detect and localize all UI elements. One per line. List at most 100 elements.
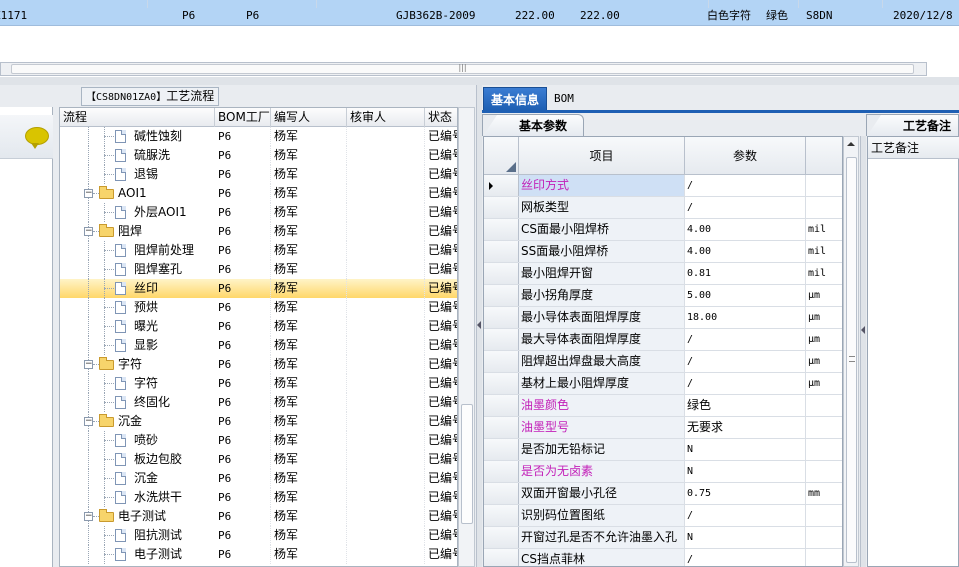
parameter-row[interactable]: 基材上最小阻焊厚度 / μm: [484, 373, 842, 395]
row-indicator[interactable]: [484, 219, 519, 240]
comment-bubble-icon[interactable]: [25, 127, 49, 149]
collapse-arrow-icon[interactable]: [477, 321, 481, 329]
collapse-toggle-icon[interactable]: −: [84, 227, 93, 236]
process-tree-grid[interactable]: 流程BOM工厂编写人核审人状态 碱性蚀刻P6杨军已编号硫脲洗P6杨军已编号退锡P…: [59, 107, 458, 567]
tree-row[interactable]: 碱性蚀刻 P6杨军 已编号: [60, 127, 457, 146]
row-indicator[interactable]: [484, 285, 519, 306]
scroll-thumb[interactable]: [846, 157, 857, 563]
parameter-row[interactable]: 阻焊超出焊盘最大高度 / μm: [484, 351, 842, 373]
row-indicator[interactable]: [484, 241, 519, 262]
parameter-row[interactable]: 油墨型号 无要求: [484, 417, 842, 439]
parameter-value[interactable]: /: [685, 175, 806, 196]
parameter-value[interactable]: 0.81: [685, 263, 806, 284]
row-indicator[interactable]: [484, 483, 519, 504]
row-indicator[interactable]: [484, 549, 519, 566]
parameter-row[interactable]: 丝印方式 /: [484, 175, 842, 197]
tree-row[interactable]: 阻抗测试 P6杨军 已编号: [60, 526, 457, 545]
order-list-selected-row[interactable]: Z1171 P6 P6 GJB362B-2009 222.00 222.00 白色字符 绿色 S…: [0, 0, 959, 26]
parameter-row[interactable]: CS面最小阻焊桥 4.00 mil: [484, 219, 842, 241]
tree-column-header[interactable]: 流程: [60, 108, 215, 127]
column-header-item[interactable]: 项目: [519, 137, 685, 175]
remarks-splitter[interactable]: [860, 136, 866, 567]
tree-row[interactable]: 水洗烘干 P6杨军 已编号: [60, 488, 457, 507]
tree-row[interactable]: − 阻焊 P6杨军 已编号: [60, 222, 457, 241]
parameter-value[interactable]: N: [685, 439, 806, 460]
row-indicator[interactable]: [484, 175, 519, 196]
parameter-row[interactable]: 识别码位置图纸 /: [484, 505, 842, 527]
parameter-row[interactable]: SS面最小阻焊桥 4.00 mil: [484, 241, 842, 263]
row-indicator[interactable]: [484, 263, 519, 284]
row-indicator[interactable]: [484, 417, 519, 438]
parameter-row[interactable]: 是否为无卤素 N: [484, 461, 842, 483]
collapse-toggle-icon[interactable]: −: [84, 512, 93, 521]
tree-row[interactable]: 阻焊塞孔 P6杨军 已编号: [60, 260, 457, 279]
process-remarks-panel[interactable]: 工艺备注: [867, 136, 959, 567]
parameter-row[interactable]: 是否加无铅标记 N: [484, 439, 842, 461]
tree-row[interactable]: 阻焊前处理 P6杨军 已编号: [60, 241, 457, 260]
collapse-toggle-icon[interactable]: −: [84, 417, 93, 426]
row-indicator[interactable]: [484, 527, 519, 548]
parameter-value[interactable]: 5.00: [685, 285, 806, 306]
parameter-row[interactable]: 网板类型 /: [484, 197, 842, 219]
row-indicator[interactable]: [484, 373, 519, 394]
tree-vertical-scrollbar[interactable]: [458, 107, 475, 567]
parameter-value[interactable]: /: [685, 197, 806, 218]
tree-column-header[interactable]: 状态: [425, 108, 457, 127]
parameter-value[interactable]: N: [685, 527, 806, 548]
parameter-grid[interactable]: 项目 参数 丝印方式 / 网板类型 / CS面最小阻焊桥 4.00 mil SS面最小阻焊桥 4…: [483, 136, 843, 567]
collapse-toggle-icon[interactable]: −: [84, 189, 93, 198]
parameter-value[interactable]: /: [685, 505, 806, 526]
scroll-up-arrow-icon[interactable]: [847, 142, 855, 146]
parameter-row[interactable]: 最小阻焊开窗 0.81 mil: [484, 263, 842, 285]
tree-row[interactable]: 外层AOI1 P6杨军 已编号: [60, 203, 457, 222]
tree-row[interactable]: 字符 P6杨军 已编号: [60, 374, 457, 393]
parameter-row[interactable]: CS挡点菲林 /: [484, 549, 842, 566]
parameter-row[interactable]: 油墨颜色 绿色: [484, 395, 842, 417]
grid-vertical-scrollbar[interactable]: [843, 136, 859, 567]
horizontal-scrollbar[interactable]: |||: [0, 62, 927, 76]
scroll-thumb[interactable]: |||: [11, 64, 914, 74]
collapse-toggle-icon[interactable]: −: [84, 360, 93, 369]
parameter-row[interactable]: 最小拐角厚度 5.00 μm: [484, 285, 842, 307]
tree-column-header[interactable]: 核审人: [347, 108, 425, 127]
tree-row[interactable]: 板边包胶 P6杨军 已编号: [60, 450, 457, 469]
tree-row[interactable]: − AOI1 P6杨军 已编号: [60, 184, 457, 203]
tab-process-remarks[interactable]: 工艺备注: [866, 114, 959, 136]
tree-row[interactable]: 丝印 P6杨军 已编号: [60, 279, 457, 298]
tree-row[interactable]: − 电子测试 P6杨军 已编号: [60, 507, 457, 526]
parameter-value[interactable]: 4.00: [685, 241, 806, 262]
tab-basic-params[interactable]: 基本参数: [482, 114, 584, 136]
row-indicator[interactable]: [484, 461, 519, 482]
tree-column-header[interactable]: 编写人: [271, 108, 347, 127]
parameter-value[interactable]: /: [685, 329, 806, 350]
parameter-value[interactable]: /: [685, 351, 806, 372]
parameter-value[interactable]: /: [685, 373, 806, 394]
collapse-arrow-icon[interactable]: [861, 326, 865, 334]
row-indicator[interactable]: [484, 505, 519, 526]
tree-row[interactable]: − 沉金 P6杨军 已编号: [60, 412, 457, 431]
tree-row[interactable]: 预烘 P6杨军 已编号: [60, 298, 457, 317]
tree-row[interactable]: 喷砂 P6杨军 已编号: [60, 431, 457, 450]
parameter-row[interactable]: 最小导体表面阻焊厚度 18.00 μm: [484, 307, 842, 329]
row-indicator[interactable]: [484, 395, 519, 416]
parameter-row[interactable]: 开窗过孔是否不允许油墨入孔 N: [484, 527, 842, 549]
tree-row[interactable]: 显影 P6杨军 已编号: [60, 336, 457, 355]
tab-basic-info[interactable]: 基本信息: [483, 87, 547, 111]
row-indicator[interactable]: [484, 329, 519, 350]
tree-row[interactable]: 终固化 P6杨军 已编号: [60, 393, 457, 412]
column-header-unit[interactable]: [806, 137, 842, 175]
parameter-row[interactable]: 双面开窗最小孔径 0.75 mm: [484, 483, 842, 505]
parameter-row[interactable]: 最大导体表面阻焊厚度 / μm: [484, 329, 842, 351]
tree-row[interactable]: − 字符 P6杨军 已编号: [60, 355, 457, 374]
parameter-value[interactable]: 4.00: [685, 219, 806, 240]
scroll-thumb[interactable]: [461, 404, 473, 524]
parameter-value[interactable]: 绿色: [685, 395, 806, 416]
parameter-value[interactable]: 无要求: [685, 417, 806, 438]
tree-row[interactable]: 沉金 P6杨军 已编号: [60, 469, 457, 488]
column-header-param[interactable]: 参数: [685, 137, 806, 175]
parameter-value[interactable]: N: [685, 461, 806, 482]
parameter-value[interactable]: 18.00: [685, 307, 806, 328]
tree-row[interactable]: 曝光 P6杨军 已编号: [60, 317, 457, 336]
parameter-value[interactable]: 0.75: [685, 483, 806, 504]
row-indicator[interactable]: [484, 307, 519, 328]
